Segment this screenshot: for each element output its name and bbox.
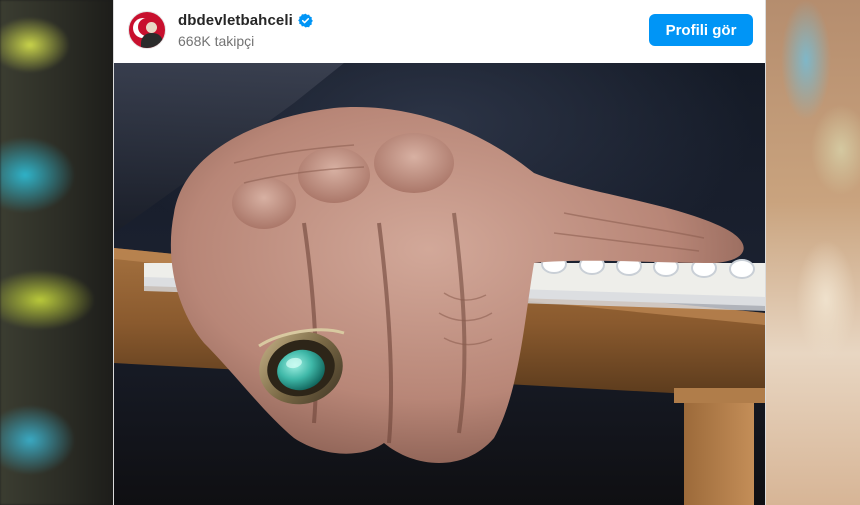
follower-count: 668K takipçi [178, 33, 255, 49]
blurred-background-right [766, 0, 860, 505]
view-profile-button[interactable]: Profili gör [649, 14, 753, 46]
instagram-embed-card: dbdevletbahceli 668K takipçi Profili gör [113, 0, 766, 505]
avatar-person-head [146, 22, 157, 33]
username-row: dbdevletbahceli [178, 12, 313, 29]
verified-badge-icon [298, 13, 313, 28]
post-header: dbdevletbahceli 668K takipçi Profili gör [114, 0, 765, 63]
blurred-background-left [0, 0, 113, 505]
profile-avatar[interactable] [128, 11, 166, 49]
avatar-person-body [141, 33, 163, 48]
username-link[interactable]: dbdevletbahceli [178, 12, 293, 29]
post-image[interactable] [114, 63, 765, 505]
post-image-illustration [114, 63, 765, 505]
